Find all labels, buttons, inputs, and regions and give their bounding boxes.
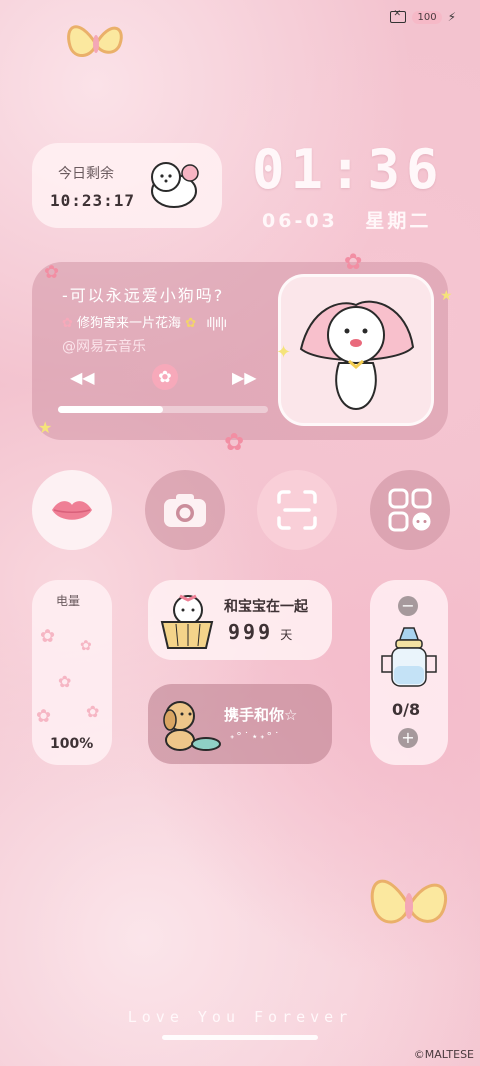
home-indicator[interactable] (162, 1035, 318, 1040)
butterfly-decoration-bottom (366, 866, 452, 950)
sakura-icon: ✿ (224, 428, 245, 456)
countdown-value: 10:23:17 (50, 191, 136, 210)
sakura-icon: ✿ (44, 262, 60, 283)
lips-icon (52, 501, 92, 520)
hand-in-hand-label: 携手和你☆ (224, 706, 298, 724)
battery-widget-label: 电量 (56, 594, 81, 608)
song-lyric: ✿ 修狗寄来一片花海 ✿ ıl|ıl|ı (62, 316, 227, 331)
progress-bar[interactable] (58, 406, 268, 413)
camera-app[interactable] (145, 470, 225, 550)
butterfly-decoration-top (64, 14, 128, 78)
flower-play-icon[interactable]: ✿ (152, 364, 178, 390)
hand-in-hand-deco: ˖°˙⋆˖°˙ (230, 730, 282, 743)
watermark-credit: ©MALTESE (413, 1048, 474, 1061)
together-days-widget[interactable]: 和宝宝在一起 999 天 (148, 580, 332, 660)
song-title: -可以永远爱小狗吗? (62, 286, 225, 305)
together-count: 999 天 (228, 620, 293, 644)
status-bar: 100 ⚡ (390, 9, 456, 24)
hand-in-hand-widget[interactable]: 携手和你☆ ˖°˙⋆˖°˙ (148, 684, 332, 764)
plus-button[interactable]: + (398, 728, 418, 748)
sparkle-icon: ★ (38, 418, 53, 437)
weekday-value: 星期二 (365, 210, 432, 232)
sakura-icon: ✿ (40, 626, 56, 647)
puppy-with-bowl-icon (158, 696, 222, 758)
scan-app[interactable] (257, 470, 337, 550)
next-icon[interactable]: ▶▶ (232, 368, 257, 387)
sparkle-icon: ✦ (276, 342, 292, 363)
countdown-widget[interactable]: 今日剩余 10:23:17 (32, 143, 222, 228)
progress-fill (58, 406, 163, 413)
album-art[interactable] (278, 274, 434, 426)
waveform-icon: ıl|ıl|ı (206, 316, 227, 331)
sakura-icon: ✿ (344, 250, 363, 275)
battery-widget[interactable]: 电量 ✿ ✿ ✿ ✿ ✿ 100% (32, 580, 112, 765)
camera-icon (164, 494, 206, 527)
sparkle-icon: ★ (440, 288, 453, 304)
sunflower-icon: ✿ (185, 316, 197, 331)
countdown-label: 今日剩余 (58, 166, 114, 182)
clock-time: 01:36 (252, 138, 445, 201)
pink-lips-app[interactable] (32, 470, 112, 550)
clock-date: 06-03 星期二 (262, 206, 431, 233)
previous-icon[interactable]: ◀◀ (70, 368, 95, 387)
music-player-widget[interactable]: -可以永远爱小狗吗? ✿ 修狗寄来一片花海 ✿ ıl|ıl|ı @网易云音乐 ◀… (32, 262, 448, 440)
sakura-icon: ✿ (86, 702, 100, 721)
footer-slogan: Love You Forever (127, 1008, 353, 1026)
scan-icon (277, 490, 317, 530)
lightning-icon: ⚡ (447, 10, 456, 24)
date-value: 06-03 (262, 210, 338, 232)
battery-widget-value: 100% (50, 736, 94, 752)
app-folder[interactable] (370, 470, 450, 550)
no-sim-icon (390, 9, 407, 23)
sakura-icon: ✿ (58, 672, 72, 691)
dog-in-basket-icon (158, 588, 216, 654)
together-label: 和宝宝在一起 (224, 599, 308, 615)
water-count: 0/8 (392, 700, 421, 719)
baby-bottle-icon (378, 626, 440, 694)
sakura-icon: ✿ (36, 706, 52, 727)
grid-folder-icon (388, 488, 432, 532)
song-source: @网易云音乐 (62, 339, 146, 355)
minus-button[interactable]: − (398, 596, 418, 616)
sakura-icon: ✿ (80, 638, 92, 654)
water-tracker-widget[interactable]: − 0/8 + (370, 580, 448, 765)
flower-icon: ✿ (62, 316, 73, 331)
maltese-dog-icon (144, 155, 208, 215)
battery-level: 100 (412, 10, 442, 24)
